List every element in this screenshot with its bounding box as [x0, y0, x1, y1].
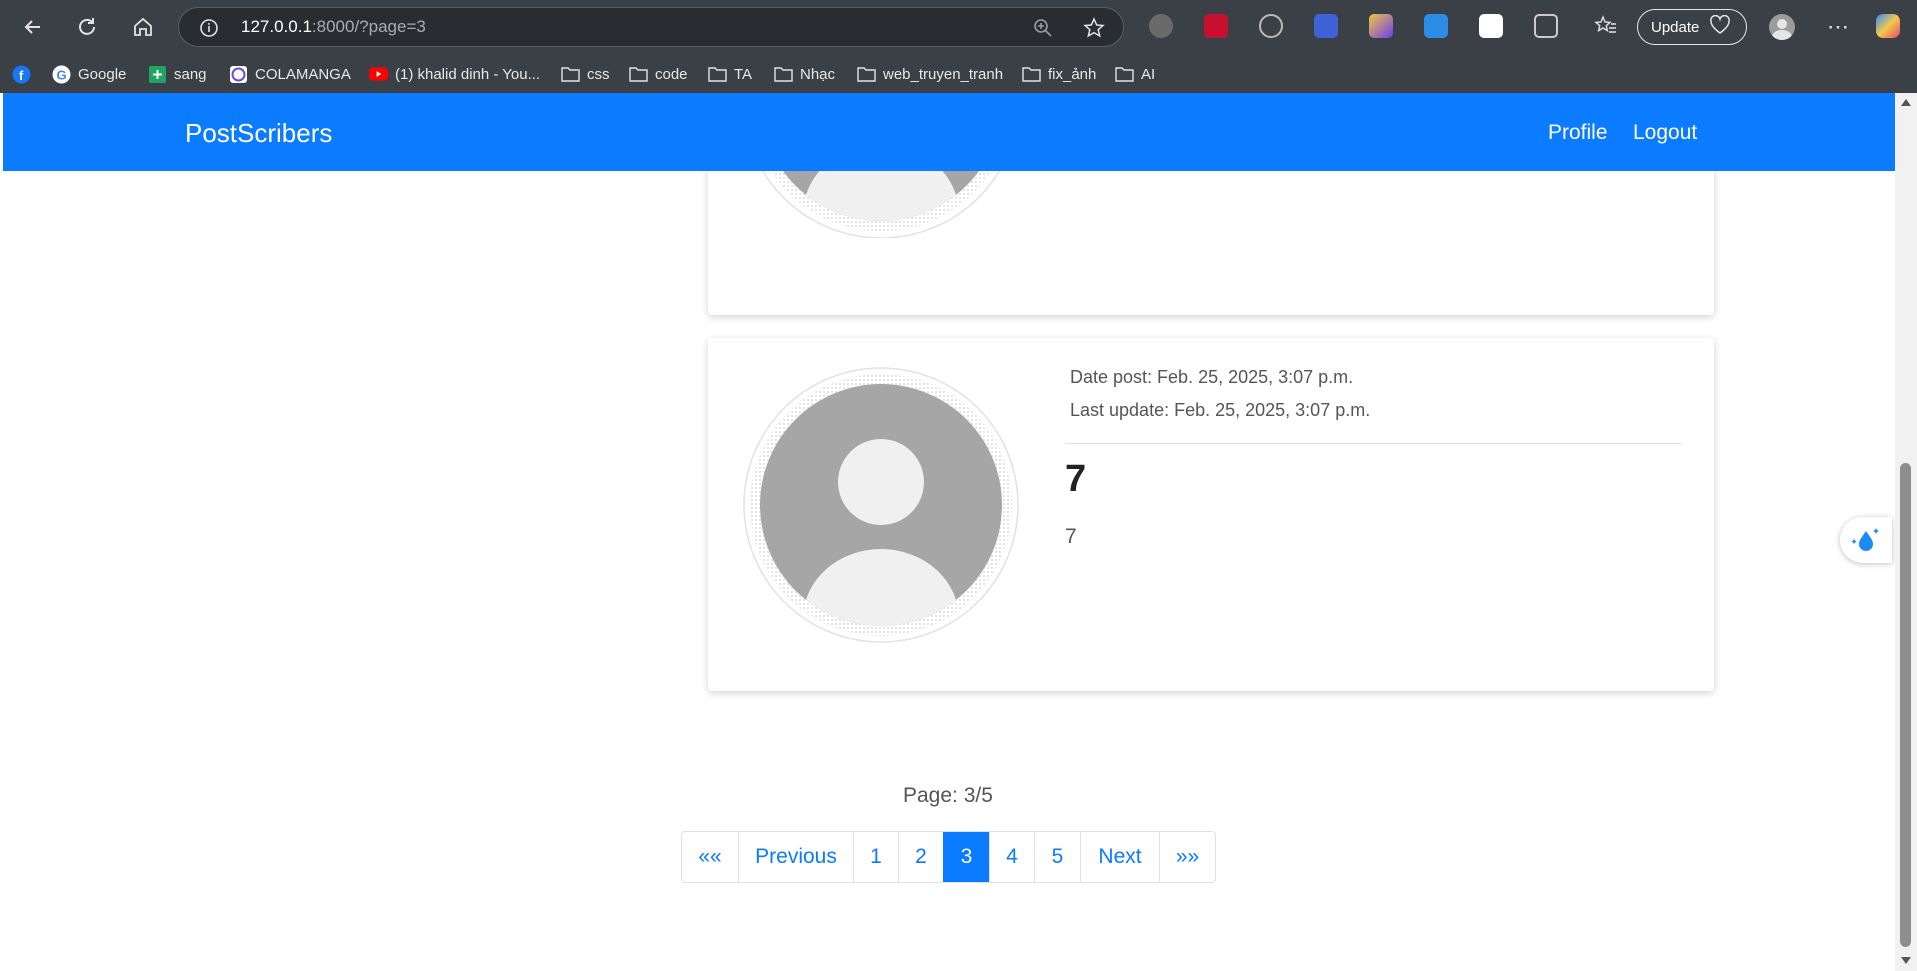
svg-text:f: f — [19, 68, 24, 83]
folder-icon — [561, 65, 580, 84]
bookmark-label: code — [655, 65, 688, 83]
default-avatar-icon — [743, 367, 1019, 643]
bookmark-folder-ai[interactable]: AI — [1115, 62, 1155, 86]
favorite-star-icon[interactable] — [1083, 17, 1105, 44]
bookmark-label: (1) khalid dinh - You... — [395, 65, 541, 83]
post-divider — [1065, 443, 1681, 444]
bookmark-label: AI — [1141, 65, 1156, 83]
extensions-puzzle-icon[interactable] — [1534, 14, 1558, 38]
bookmark-label: COLAMANGA — [255, 65, 351, 83]
bookmark-label: Google — [78, 65, 127, 83]
site-info-icon[interactable] — [199, 18, 219, 38]
previous-page-link[interactable]: Previous — [738, 832, 853, 882]
url-text[interactable]: 127.0.0.1:8000/?page=3 — [241, 17, 426, 37]
download-icon[interactable] — [1424, 14, 1448, 38]
folder-icon — [857, 65, 876, 84]
vertical-scrollbar[interactable] — [1895, 93, 1917, 971]
extension-colorful-icon[interactable] — [1369, 14, 1393, 38]
update-heart-icon — [1709, 14, 1731, 39]
more-menu-icon[interactable]: ⋯ — [1825, 14, 1851, 40]
favorites-icon[interactable] — [1594, 14, 1618, 38]
last-page-link[interactable]: »» — [1159, 832, 1215, 882]
navbar: PostScribers Profile Logout — [3, 93, 1895, 171]
update-label: Update — [1651, 18, 1700, 36]
back-icon[interactable] — [20, 14, 46, 40]
home-icon[interactable] — [130, 14, 156, 40]
address-bar[interactable]: 127.0.0.1:8000/?page=3 — [178, 7, 1124, 47]
bookmark-label: css — [587, 65, 610, 83]
page-info: Page: 3/5 — [903, 784, 993, 807]
bookmark-folder-ta[interactable]: TA — [708, 62, 752, 86]
page-viewport: 6 PostScribers Profile Logout Date post:… — [3, 93, 1895, 971]
post-date: Date post: Feb. 25, 2025, 3:07 p.m. — [1070, 367, 1354, 387]
folder-icon — [1022, 65, 1041, 84]
browser-toolbar: 127.0.0.1:8000/?page=3 Update ⋯ — [0, 0, 1917, 55]
bookmark-label: web_truyen_tranh — [883, 65, 1004, 83]
tools-icon[interactable] — [1479, 14, 1503, 38]
nav-profile-link[interactable]: Profile — [1548, 121, 1608, 145]
post-title[interactable]: 7 — [1065, 458, 1086, 501]
scroll-down-arrow-icon[interactable] — [1901, 957, 1911, 964]
url-host: 127.0.0.1 — [241, 17, 312, 36]
sidebar-assistant-button[interactable] — [1840, 517, 1892, 563]
water-drop-sparkle-icon — [1851, 528, 1879, 551]
page-link-5[interactable]: 5 — [1034, 832, 1080, 882]
scrollbar-thumb[interactable] — [1900, 463, 1911, 947]
extension-circle-icon[interactable] — [1149, 14, 1173, 38]
brand-logo[interactable]: PostScribers — [185, 118, 332, 149]
next-page-link[interactable]: Next — [1080, 832, 1159, 882]
compass-icon[interactable] — [1259, 14, 1283, 38]
update-button[interactable]: Update — [1637, 9, 1747, 45]
copilot-icon[interactable] — [1876, 14, 1900, 38]
reload-icon[interactable] — [74, 14, 100, 40]
bookmark-colamanga[interactable]: COLAMANGA — [229, 62, 351, 86]
colamanga-icon — [229, 65, 248, 84]
sheets-icon — [148, 65, 167, 84]
zoom-icon[interactable] — [1033, 18, 1053, 43]
bookmark-folder-code[interactable]: code — [629, 62, 688, 86]
svg-text:G: G — [57, 67, 67, 82]
folder-icon — [708, 65, 727, 84]
bookmark-facebook[interactable]: f — [12, 62, 38, 86]
folder-icon — [1115, 65, 1134, 84]
google-icon: G — [52, 65, 71, 84]
page-link-3-active[interactable]: 3 — [943, 832, 989, 882]
post-last-update: Last update: Feb. 25, 2025, 3:07 p.m. — [1070, 400, 1371, 420]
bookmark-youtube[interactable]: (1) khalid dinh - You... — [369, 62, 540, 86]
post-card: Date post: Feb. 25, 2025, 3:07 p.m. Last… — [708, 338, 1714, 691]
bookmark-sang[interactable]: sang — [148, 62, 207, 86]
bookmark-folder-fix-anh[interactable]: fix_ảnh — [1022, 62, 1096, 86]
translate-icon[interactable] — [1314, 14, 1338, 38]
first-page-link[interactable]: «« — [682, 832, 738, 882]
nav-logout-link[interactable]: Logout — [1633, 121, 1697, 145]
page-link-2[interactable]: 2 — [898, 832, 943, 882]
bookmark-label: sang — [174, 65, 207, 83]
bookmark-folder-web-truyen-tranh[interactable]: web_truyen_tranh — [857, 62, 1003, 86]
url-path: :8000/?page=3 — [311, 17, 426, 36]
bookmark-label: Nhạc — [800, 65, 836, 83]
bookmark-label: fix_ảnh — [1048, 65, 1097, 83]
bookmark-google[interactable]: G Google — [52, 62, 126, 86]
extension-red-icon[interactable] — [1204, 14, 1228, 38]
bookmark-label: TA — [734, 65, 753, 83]
page-link-1[interactable]: 1 — [853, 832, 898, 882]
youtube-icon — [369, 65, 388, 84]
facebook-icon: f — [12, 65, 31, 84]
page-link-4[interactable]: 4 — [989, 832, 1034, 882]
bookmark-folder-nhac[interactable]: Nhạc — [774, 62, 835, 86]
scroll-up-arrow-icon[interactable] — [1901, 99, 1911, 106]
folder-icon — [774, 65, 793, 84]
post-content: 7 — [1065, 525, 1077, 548]
folder-icon — [629, 65, 648, 84]
pagination: «« Previous 1 2 3 4 5 Next »» — [681, 831, 1216, 883]
profile-avatar-icon[interactable] — [1769, 14, 1795, 40]
bookmark-folder-css[interactable]: css — [561, 62, 610, 86]
